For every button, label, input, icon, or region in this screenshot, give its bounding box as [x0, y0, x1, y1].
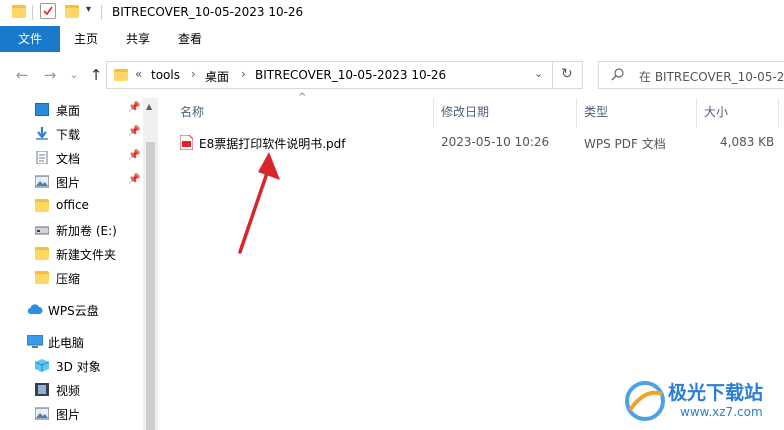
window-title: BITRECOVER_10-05-2023 10-26	[112, 5, 304, 19]
nav-item-pictures[interactable]: 图片 📌	[0, 170, 143, 194]
divider	[101, 5, 102, 20]
scroll-up-icon[interactable]: ▲	[146, 102, 152, 111]
new-folder-icon[interactable]	[65, 5, 79, 18]
forward-button[interactable]: →	[40, 65, 60, 85]
nav-item-label: 图片	[56, 176, 81, 190]
watermark-url: www.xz7.com	[680, 405, 763, 419]
folder-icon	[35, 247, 49, 260]
download-icon	[36, 127, 48, 140]
search-input[interactable]: 在 BITRECOVER_10-05-20	[598, 61, 784, 89]
watermark: 极光下载站 www.xz7.com	[622, 376, 782, 428]
breadcrumb-separator[interactable]: ›	[241, 67, 246, 81]
watermark-logo-icon	[625, 381, 665, 421]
pin-icon[interactable]: 📌	[128, 174, 140, 185]
tab-home[interactable]: 主页	[60, 26, 112, 52]
nav-item-desktop[interactable]: 桌面 📌	[0, 98, 143, 122]
nav-item-label: 新加卷 (E:)	[56, 224, 117, 238]
red-arrow-annotation	[238, 152, 280, 254]
folder-icon	[12, 5, 26, 18]
nav-scrollbar-thumb[interactable]	[146, 142, 155, 430]
nav-item-compress[interactable]: 压缩	[0, 266, 143, 290]
file-size: 4,083 KB	[720, 135, 775, 149]
nav-item-videos[interactable]: 视频	[0, 378, 143, 402]
3d-objects-icon	[35, 359, 49, 372]
nav-item-3d-objects[interactable]: 3D 对象	[0, 354, 143, 378]
file-modified: 2023-05-10 10:26	[441, 135, 550, 149]
nav-item-label: 桌面	[56, 104, 81, 118]
up-button[interactable]: ↑	[86, 65, 106, 85]
nav-item-label: 3D 对象	[56, 360, 101, 374]
breadcrumb-desktop[interactable]: 桌面	[205, 68, 229, 85]
folder-icon	[35, 271, 49, 284]
search-placeholder: 在 BITRECOVER_10-05-20	[639, 70, 784, 84]
tab-share[interactable]: 共享	[112, 26, 164, 52]
breadcrumb-tools[interactable]: tools	[151, 68, 180, 82]
folder-icon	[114, 69, 128, 81]
nav-item-downloads[interactable]: 下载 📌	[0, 122, 143, 146]
nav-item-label: WPS云盘	[48, 304, 99, 318]
recent-locations-button[interactable]: ⌄	[64, 65, 84, 85]
address-row: ← → ⌄ ↑ « tools › 桌面 › BITRECOVER_10-05-…	[0, 52, 784, 98]
nav-item-office[interactable]: office	[0, 194, 143, 218]
properties-icon[interactable]	[40, 3, 56, 19]
tab-file[interactable]: 文件	[0, 26, 60, 52]
nav-item-label: 下载	[56, 128, 81, 142]
cloud-icon	[27, 304, 43, 315]
computer-icon	[27, 335, 43, 348]
divider	[32, 5, 33, 20]
document-icon	[36, 151, 48, 164]
nav-item-this-pc[interactable]: 此电脑	[0, 330, 143, 354]
nav-item-label: 文档	[56, 152, 81, 166]
customize-toolbar-icon[interactable]: ▾	[86, 4, 91, 15]
video-icon	[35, 383, 49, 396]
back-button[interactable]: ←	[12, 65, 32, 85]
navigation-pane: 桌面 📌 下载 📌 文档 📌 图片 📌 office 新加卷 (E:) 新建文件…	[0, 98, 158, 430]
file-type: WPS PDF 文档	[584, 137, 666, 151]
tab-view[interactable]: 查看	[164, 26, 216, 52]
folder-icon	[35, 199, 49, 212]
search-icon	[611, 68, 624, 81]
pin-icon[interactable]: 📌	[128, 126, 140, 137]
pdf-file-icon	[180, 135, 193, 150]
watermark-title: 极光下载站	[668, 382, 764, 404]
nav-item-label: 此电脑	[48, 336, 85, 350]
nav-item-label: office	[56, 198, 89, 212]
nav-item-label: 图片	[56, 408, 81, 422]
pictures-icon	[35, 407, 49, 420]
nav-item-label: 视频	[56, 384, 81, 398]
nav-item-wps-cloud[interactable]: WPS云盘	[0, 298, 143, 322]
breadcrumb-current[interactable]: BITRECOVER_10-05-2023 10-26	[255, 68, 446, 82]
address-dropdown-button[interactable]: ⌄	[534, 67, 543, 80]
nav-item-pc-pictures[interactable]: 图片	[0, 402, 143, 426]
address-bar[interactable]: « tools › 桌面 › BITRECOVER_10-05-2023 10-…	[106, 61, 583, 89]
refresh-button[interactable]: ↻	[561, 66, 573, 82]
pictures-icon	[35, 175, 49, 188]
title-bar: ▾ BITRECOVER_10-05-2023 10-26	[0, 0, 784, 26]
pin-icon[interactable]: 📌	[128, 150, 140, 161]
nav-item-documents[interactable]: 文档 📌	[0, 146, 143, 170]
ribbon-tabs: 文件 主页 共享 查看	[0, 26, 784, 53]
nav-item-new-folder[interactable]: 新建文件夹	[0, 242, 143, 266]
nav-item-label: 新建文件夹	[56, 248, 117, 262]
pin-icon[interactable]: 📌	[128, 102, 140, 113]
breadcrumb-separator[interactable]: ›	[191, 67, 196, 81]
divider	[552, 62, 553, 88]
drive-icon	[35, 226, 49, 235]
breadcrumb-overflow[interactable]: «	[135, 67, 142, 81]
nav-item-label: 压缩	[56, 272, 81, 286]
nav-item-drive-e[interactable]: 新加卷 (E:)	[0, 218, 143, 242]
desktop-icon	[35, 103, 49, 116]
